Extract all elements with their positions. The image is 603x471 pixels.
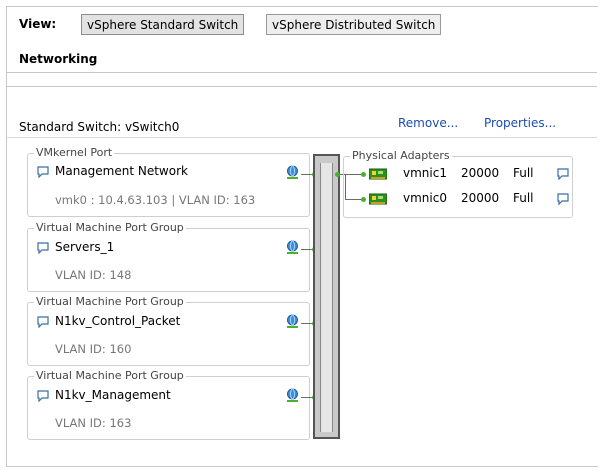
switch-backplane xyxy=(320,163,333,432)
adapter-name[interactable]: vmnic1 xyxy=(403,166,447,180)
network-adapter-icon xyxy=(287,240,298,254)
tab-vsphere-distributed-switch[interactable]: vSphere Distributed Switch xyxy=(266,14,442,35)
divider xyxy=(6,72,597,73)
port-group-detail: VLAN ID: 160 xyxy=(55,342,132,356)
chat-icon[interactable] xyxy=(557,193,569,205)
network-adapter-icon xyxy=(287,388,298,402)
section-title: Networking xyxy=(19,52,98,66)
chat-icon[interactable] xyxy=(37,242,49,254)
port-group-detail: vmk0 : 10.4.63.103 | VLAN ID: 163 xyxy=(55,193,256,207)
port-group-name[interactable]: Management Network xyxy=(55,164,188,178)
port-group-name[interactable]: Servers_1 xyxy=(55,240,114,254)
view-label: View: xyxy=(19,17,57,31)
chat-icon[interactable] xyxy=(37,316,49,328)
network-adapter-icon xyxy=(287,165,298,179)
adapter-speed: 20000 xyxy=(461,166,500,180)
port-group-type: VMkernel Port xyxy=(34,146,115,159)
adapter-dot xyxy=(361,197,366,202)
port-group-servers-1: Virtual Machine Port Group xyxy=(27,221,310,292)
adapter-duplex: Full xyxy=(513,166,534,180)
chat-icon[interactable] xyxy=(37,166,49,178)
port-group-type: Virtual Machine Port Group xyxy=(34,221,186,234)
port-group-n1kv-management: Virtual Machine Port Group xyxy=(27,369,310,440)
divider xyxy=(6,137,597,138)
physical-adapters-group: Physical Adapters xyxy=(343,149,573,218)
adapter-speed: 20000 xyxy=(461,191,500,205)
adapter-name[interactable]: vmnic0 xyxy=(403,191,447,205)
port-group-detail: VLAN ID: 148 xyxy=(55,268,132,282)
port-group-type: Virtual Machine Port Group xyxy=(34,295,186,308)
chat-icon[interactable] xyxy=(37,390,49,402)
adapter-dot xyxy=(361,172,366,177)
port-group-type: Virtual Machine Port Group xyxy=(34,369,186,382)
port-group-detail: VLAN ID: 163 xyxy=(55,416,132,430)
switch-title: Standard Switch: vSwitch0 xyxy=(19,120,180,134)
network-adapter-icon xyxy=(287,314,298,328)
divider xyxy=(6,86,597,87)
chat-icon[interactable] xyxy=(557,168,569,180)
remove-link[interactable]: Remove... xyxy=(398,116,458,130)
physical-adapters-label: Physical Adapters xyxy=(350,149,452,162)
port-group-name[interactable]: N1kv_Management xyxy=(55,388,171,402)
properties-link[interactable]: Properties... xyxy=(484,116,556,130)
port-group-name[interactable]: N1kv_Control_Packet xyxy=(55,314,180,328)
network-card-icon xyxy=(369,168,387,180)
port-group-n1kv-control-packet: Virtual Machine Port Group xyxy=(27,295,310,366)
virtual-switch[interactable] xyxy=(313,154,340,439)
port-group-management-network: VMkernel Port xyxy=(27,146,310,217)
adapter-duplex: Full xyxy=(513,191,534,205)
network-card-icon xyxy=(369,193,387,205)
tab-vsphere-standard-switch[interactable]: vSphere Standard Switch xyxy=(81,14,245,35)
